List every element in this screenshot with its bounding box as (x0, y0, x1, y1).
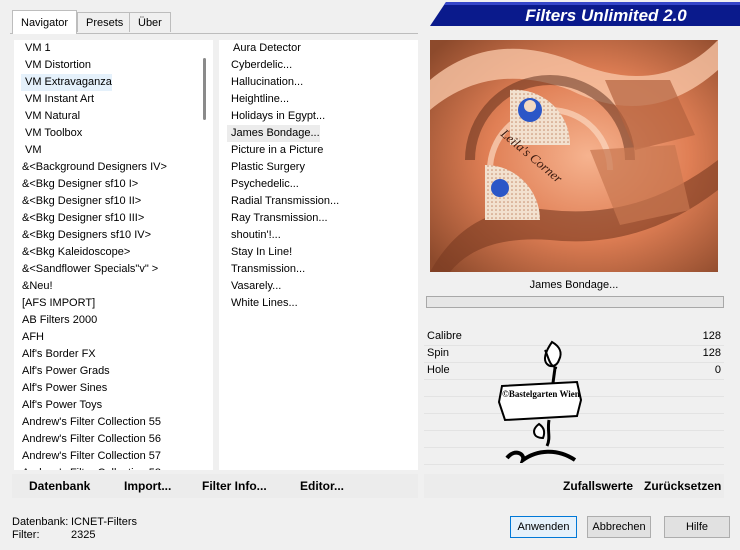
status-filter-value: 2325 (71, 529, 96, 541)
parameter-value[interactable]: 128 (703, 328, 721, 345)
preview-filter-name: James Bondage... (529, 279, 619, 291)
tab-label: Navigator (21, 17, 69, 29)
filter-item[interactable]: shoutin'!... (227, 227, 281, 244)
category-item[interactable]: &<Bkg Designers sf10 IV> (18, 227, 151, 244)
category-item[interactable]: VM Toolbox (21, 125, 82, 142)
progress-bar (426, 296, 724, 308)
filter-item[interactable]: Transmission... (227, 261, 305, 278)
parameter-name: Calibre (427, 330, 462, 342)
category-item[interactable]: VM Extravaganza (21, 74, 112, 91)
tab-label: Presets (86, 17, 124, 29)
category-item[interactable]: Andrew's Filter Collection 55 (18, 414, 161, 431)
filter-item[interactable]: Plastic Surgery (227, 159, 305, 176)
help-button[interactable]: Hilfe (664, 516, 730, 538)
preview-image: Leila's Corner (430, 40, 718, 272)
category-item[interactable]: &Neu! (18, 278, 53, 295)
app-title: Filters Unlimited 2.0 (525, 6, 687, 25)
category-item[interactable]: &<Background Designers IV> (18, 159, 167, 176)
filter-item[interactable]: White Lines... (227, 295, 298, 312)
category-item[interactable]: Andrew's Filter Collection 56 (18, 431, 161, 448)
category-item[interactable]: Alf's Power Toys (18, 397, 102, 414)
title-banner: Filters Unlimited 2.0 (430, 2, 740, 26)
filter-item[interactable]: Picture in a Picture (227, 142, 323, 159)
category-item[interactable]: [AFS IMPORT] (18, 295, 95, 312)
filter-item[interactable]: Cyberdelic... (227, 57, 292, 74)
action-toolbar: Datenbank Import... Filter Info... Edito… (12, 474, 418, 498)
category-item[interactable]: AFH (18, 329, 44, 346)
tab-navigator[interactable]: Navigator (12, 10, 78, 34)
cancel-button[interactable]: Abbrechen (587, 516, 651, 538)
filter-item[interactable]: Ray Transmission... (227, 210, 328, 227)
category-item[interactable]: &<Bkg Designer sf10 II> (18, 193, 141, 210)
category-item[interactable]: &<Bkg Designer sf10 I> (18, 176, 138, 193)
category-item[interactable]: &<Bkg Designer sf10 III> (18, 210, 144, 227)
category-item[interactable]: VM Natural (21, 108, 80, 125)
filter-item[interactable]: Hallucination... (227, 74, 303, 91)
category-item[interactable]: AB Filters 2000 (18, 312, 97, 329)
logo-text: ©Bastelgarten Wien (502, 389, 580, 399)
tab-ueber[interactable]: Über (129, 12, 171, 32)
filter-item[interactable]: Vasarely... (227, 278, 281, 295)
filter-info-button[interactable]: Filter Info... (202, 479, 267, 493)
tab-label: Über (138, 17, 162, 29)
category-list[interactable]: VM 1 VM Distortion VM Extravaganza VM Insta… (14, 40, 197, 470)
category-item[interactable]: Alf's Border FX (18, 346, 96, 363)
status-filter: Filter: (12, 529, 40, 541)
status-database-value: ICNET-Filters (71, 516, 137, 528)
parameter-value[interactable]: 128 (703, 345, 721, 362)
tab-presets[interactable]: Presets (77, 12, 133, 32)
filter-item[interactable]: Stay In Line! (227, 244, 292, 261)
filter-item[interactable]: Psychedelic... (227, 176, 299, 193)
randomize-button[interactable]: Zufallswerte (563, 479, 633, 493)
import-button[interactable]: Import... (124, 479, 171, 493)
editor-button[interactable]: Editor... (300, 479, 344, 493)
category-item[interactable]: Andrew's Filter Collection 57 (18, 448, 161, 465)
apply-button[interactable]: Anwenden (510, 516, 577, 538)
category-item[interactable]: Alf's Power Grads (18, 363, 110, 380)
category-item[interactable]: &<Bkg Kaleidoscope> (18, 244, 130, 261)
category-item[interactable]: VM Distortion (21, 57, 91, 74)
filter-list[interactable]: Aura Detector Cyberdelic... Hallucination.… (219, 40, 418, 470)
status-label: Datenbank: (12, 516, 69, 528)
category-scrollbar[interactable] (197, 40, 213, 470)
datenbank-button[interactable]: Datenbank (29, 479, 90, 493)
reset-button[interactable]: Zurücksetzen (644, 479, 721, 493)
category-item[interactable]: VM Instant Art (21, 91, 94, 108)
filter-item[interactable]: Holidays in Egypt... (227, 108, 325, 125)
category-item[interactable]: VM (21, 142, 42, 159)
scrollbar-thumb[interactable] (203, 58, 206, 120)
parameter-name: Hole (427, 364, 450, 376)
status-database: Datenbank: (12, 516, 68, 528)
filter-item[interactable]: Radial Transmission... (227, 193, 339, 210)
filter-item[interactable]: Aura Detector (229, 40, 301, 57)
status-label: Filter: (12, 529, 40, 541)
category-item[interactable]: &<Sandflower Specials"v" > (18, 261, 158, 278)
parameter-name: Spin (427, 347, 450, 359)
param-toolbar: Zufallswerte Zurücksetzen (424, 474, 724, 498)
filter-item[interactable]: James Bondage... (227, 125, 320, 142)
parameter-value[interactable]: 0 (715, 362, 721, 379)
category-item[interactable]: Alf's Power Sines (18, 380, 107, 397)
category-item[interactable]: VM 1 (21, 40, 51, 57)
bastelgarten-logo: ©Bastelgarten Wien (497, 340, 583, 463)
filter-item[interactable]: Heightline... (227, 91, 289, 108)
category-item[interactable]: Andrew's Filter Collection 58 (18, 465, 161, 470)
